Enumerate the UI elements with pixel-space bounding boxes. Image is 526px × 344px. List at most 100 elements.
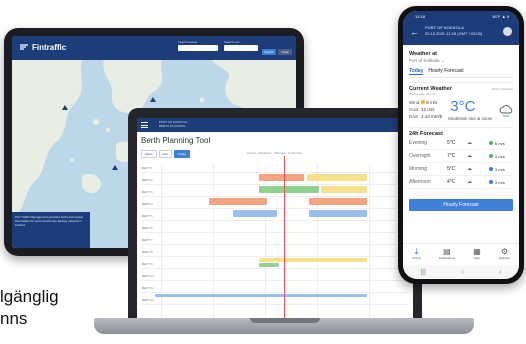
nav-arrival-label: Arrival: [412, 256, 421, 260]
berth-label: BERTH 3: [142, 191, 153, 194]
location-select[interactable]: Port of Kokkola ⌄: [409, 58, 513, 64]
nav-notifications[interactable]: ▤ Notifications: [439, 244, 455, 265]
forecast-wind-value: 6 m/s: [495, 140, 505, 146]
forecast-period: Evening: [409, 140, 428, 146]
wind-dot-icon: [489, 167, 493, 171]
berth-row: [141, 244, 409, 245]
tab-today[interactable]: Today: [409, 68, 424, 75]
home-icon[interactable]: ○: [460, 269, 464, 276]
header-datetime: 20.10.2021 12:18 (GMT +03:00): [425, 31, 483, 36]
berth-booking-bar[interactable]: [233, 210, 277, 217]
wind-dot-icon: [489, 141, 493, 145]
berth-label: BERTH 5: [142, 215, 153, 218]
berth-booking-bar[interactable]: [209, 198, 267, 205]
legend-departure: Departure: [258, 151, 272, 155]
berth-label: BERTH 4: [142, 203, 153, 206]
port-name: PORT OF KOKKOLA: [425, 25, 465, 30]
berth-row: [141, 196, 409, 197]
forecast-row: Afternoon 4°C ☁ 3 m/s: [409, 176, 513, 189]
forecast-list: Evening 5°C ☁ 6 m/s Overnight 7°C ☁ 4 m/…: [409, 137, 513, 189]
chevron-down-icon: ⌄: [440, 58, 445, 63]
message-icon: ▤: [443, 247, 451, 256]
page-title: Berth Planning Tool: [141, 136, 211, 145]
avatar[interactable]: [503, 27, 512, 36]
weather-body: Weather at Port of Kokkola ⌄ Today Hourl…: [403, 45, 519, 193]
temperature-block: 3°C Moderate rain & snow: [442, 99, 492, 121]
tab-week[interactable]: Week: [141, 150, 157, 158]
tab-today[interactable]: Today: [173, 150, 190, 158]
menu-icon[interactable]: [141, 122, 148, 128]
berth-booking-bar[interactable]: [259, 258, 367, 262]
wind-dot-icon: [421, 100, 425, 104]
cloud-icon: ☁: [467, 140, 472, 146]
berth-row: [141, 280, 409, 281]
rain-value: 2.23 mm/h: [421, 114, 443, 119]
forecast-temp: 5°C: [447, 140, 456, 146]
berth-label: BERTH 2: [142, 179, 153, 182]
forecast-temp: 7°C: [447, 153, 456, 159]
berth-label: BERTH 6: [142, 227, 153, 230]
forecast-wind-value: 4 m/s: [495, 153, 505, 159]
rain-label: Rain: [409, 114, 419, 119]
search-button[interactable]: Search: [262, 49, 276, 55]
vessel-search-input[interactable]: [178, 45, 218, 51]
forecast-row: Morning 5°C ☁ 3 m/s: [409, 163, 513, 176]
tab-hourly-forecast[interactable]: Hourly Forecast: [428, 68, 463, 75]
port-search-field[interactable]: Search port: [224, 40, 258, 56]
current-weather-card: Current Weather 12:00 (Updated) Wednesda…: [409, 82, 513, 121]
bottom-nav: ⤓ Arrival ▤ Notifications ▦ Map ⚙ Settin…: [403, 243, 519, 265]
berth-booking-bar[interactable]: [259, 263, 279, 267]
cloud-icon: ☁: [467, 166, 472, 172]
back-icon[interactable]: ‹: [499, 269, 501, 276]
wind-stats: Wind 8 m/s Gust 12 m/s Rain 2.23 mm/h: [409, 99, 442, 120]
berth-booking-bar[interactable]: [155, 294, 367, 297]
gust-value: 12 m/s: [421, 107, 435, 112]
module-name: BERTH PLANNING: [159, 124, 186, 128]
berth-row: [141, 292, 409, 293]
fintraffic-logo: Fintraffic: [19, 42, 66, 52]
recent-apps-icon[interactable]: |||: [420, 269, 425, 276]
berth-booking-bar[interactable]: [259, 174, 304, 181]
berth-booking-bar[interactable]: [309, 210, 367, 217]
berth-booking-bar[interactable]: [259, 186, 319, 193]
berth-app-header: PORT OF KOKKOLA BERTH PLANNING: [137, 118, 413, 132]
berth-row: [141, 268, 409, 269]
berth-row: [141, 220, 409, 221]
legend: Arrival · Departure · Planned · Confirme…: [247, 151, 302, 155]
current-conditions: Wind 8 m/s Gust 12 m/s Rain 2.23 mm/h 3°C …: [409, 99, 513, 121]
berth-gantt-chart[interactable]: BERTH 1 BERTH 2 BERTH 3 BERTH 4 BERTH 5 …: [141, 156, 409, 322]
forecast-temp: 5°C: [447, 166, 456, 172]
legend-planned: Planned: [274, 151, 286, 155]
weather-header: 12:18 36°F ▲ 9 ← PORT OF KOKKOLA 20.10.2…: [403, 11, 519, 45]
promo-text-line-1: lgänglig: [0, 287, 59, 306]
berth-booking-bar[interactable]: [321, 186, 367, 193]
fintraffic-logo-icon: [20, 44, 28, 50]
gear-icon: ⚙: [500, 247, 509, 256]
tab-day[interactable]: Day: [158, 150, 172, 158]
back-arrow-icon[interactable]: ←: [410, 27, 419, 37]
phone-device: 12:18 36°F ▲ 9 ← PORT OF KOKKOLA 20.10.2…: [398, 6, 524, 284]
hourly-forecast-button[interactable]: Hourly Forecast: [409, 199, 513, 211]
info-panel: Port Traffic Management provides berth a…: [12, 212, 90, 248]
updated-time: 12:00 (Updated): [491, 87, 513, 91]
berth-row: [141, 172, 409, 173]
port-selector[interactable]: PORT OF KOKKOLA BERTH PLANNING: [159, 120, 187, 128]
promo-text-line-2: nns: [0, 309, 28, 328]
forecast-wind: 4 m/s: [489, 154, 505, 159]
forecast-temp: 4°C: [447, 179, 456, 185]
laptop-notch: [250, 318, 320, 323]
gust-label: Gust: [409, 107, 419, 112]
vessel-search-field[interactable]: Search vessel: [178, 40, 218, 56]
status-bar: 12:18 36°F ▲ 9: [415, 14, 509, 19]
nav-arrival[interactable]: ⤓ Arrival: [412, 244, 421, 265]
nav-settings[interactable]: ⚙ Settings: [499, 244, 510, 265]
port-search-input[interactable]: [224, 45, 258, 51]
forecast-wind-value: 3 m/s: [495, 166, 505, 172]
grid-column: [213, 164, 214, 322]
berth-booking-bar[interactable]: [307, 174, 367, 181]
map-icon: ▦: [473, 247, 481, 256]
grid-column: [369, 164, 370, 322]
nav-map[interactable]: ▦ Map: [473, 244, 481, 265]
berth-booking-bar[interactable]: [309, 198, 367, 205]
clear-button[interactable]: Clear: [278, 49, 292, 55]
